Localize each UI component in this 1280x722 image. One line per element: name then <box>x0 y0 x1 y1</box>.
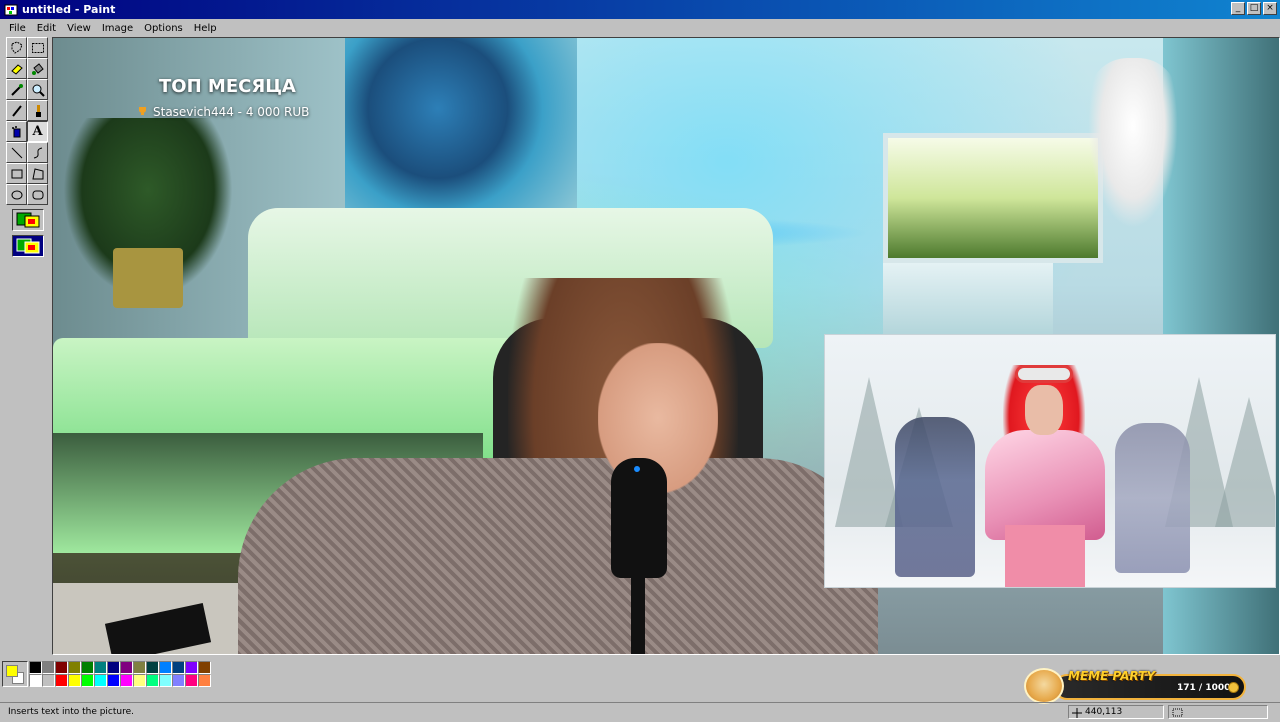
top-month-title: ТОП МЕСЯЦА <box>159 76 296 97</box>
color-swatch[interactable] <box>55 674 68 687</box>
color-swatch[interactable] <box>146 661 159 674</box>
magnifier-icon[interactable] <box>27 79 48 100</box>
color-swatch[interactable] <box>133 661 146 674</box>
transparent-background-option[interactable] <box>12 235 44 257</box>
airbrush-icon[interactable] <box>6 121 27 142</box>
music-video-overlay <box>824 334 1276 588</box>
color-swatch[interactable] <box>42 674 55 687</box>
color-swatch[interactable] <box>29 674 42 687</box>
singer-pants <box>1005 525 1085 587</box>
foreground-color-swatch <box>6 665 18 677</box>
menu-bar: File Edit View Image Options Help <box>0 19 1280 37</box>
color-swatch[interactable] <box>81 661 94 674</box>
top-donor-entry: Stasevich444 - 4 000 RUB <box>137 105 309 119</box>
color-swatch[interactable] <box>120 661 133 674</box>
fill-icon[interactable] <box>27 58 48 79</box>
microphone <box>611 458 667 578</box>
paint-window: untitled - Paint _ □ × File Edit View Im… <box>0 0 1280 720</box>
coords-value: 440,113 <box>1085 707 1123 717</box>
color-swatch[interactable] <box>198 674 211 687</box>
window-title: untitled - Paint <box>22 3 116 16</box>
palette-swatches <box>29 661 211 687</box>
color-swatch[interactable] <box>133 674 146 687</box>
ellipse-icon[interactable] <box>6 184 27 205</box>
color-swatch[interactable] <box>107 661 120 674</box>
rounded-rectangle-icon[interactable] <box>27 184 48 205</box>
doge-icon <box>1024 668 1064 704</box>
maximize-button[interactable]: □ <box>1247 2 1261 15</box>
selection-size-icon <box>1172 707 1184 721</box>
trophy-icon <box>137 105 148 119</box>
singer-face <box>1025 385 1063 435</box>
text-icon[interactable]: A <box>27 121 48 142</box>
wall-painting <box>345 38 577 218</box>
menu-options[interactable]: Options <box>139 23 189 34</box>
opaque-background-option[interactable] <box>12 209 44 231</box>
free-form-select-icon[interactable] <box>6 37 27 58</box>
rectangle-icon[interactable] <box>6 163 27 184</box>
color-swatch[interactable] <box>81 674 94 687</box>
desk-lamp <box>1088 58 1178 228</box>
color-swatch[interactable] <box>159 661 172 674</box>
line-icon[interactable] <box>6 142 27 163</box>
drawing-canvas[interactable]: ТОП МЕСЯЦА Stasevich444 - 4 000 RUB <box>52 37 1280 655</box>
selection-size <box>1168 705 1268 719</box>
title-bar[interactable]: untitled - Paint _ □ × <box>0 0 1280 19</box>
coin-icon <box>1228 682 1239 693</box>
color-swatch[interactable] <box>185 661 198 674</box>
skier-right <box>1115 423 1190 573</box>
eraser-icon[interactable] <box>6 58 27 79</box>
color-swatch[interactable] <box>146 674 159 687</box>
color-swatch[interactable] <box>159 674 172 687</box>
brush-icon[interactable] <box>27 100 48 121</box>
curve-icon[interactable] <box>27 142 48 163</box>
toolbox: A <box>4 37 50 263</box>
color-swatch[interactable] <box>94 674 107 687</box>
cursor-coordinates: 440,113 <box>1068 705 1164 719</box>
color-swatch[interactable] <box>107 674 120 687</box>
color-swatch[interactable] <box>42 661 55 674</box>
menu-image[interactable]: Image <box>97 23 139 34</box>
current-colors[interactable] <box>2 661 28 687</box>
text-tool-glyph: A <box>32 124 43 139</box>
polygon-icon[interactable] <box>27 163 48 184</box>
meme-party-title: MEME PARTY <box>1068 669 1156 683</box>
status-bar: Inserts text into the picture. 440,113 <box>0 702 1280 720</box>
menu-file[interactable]: File <box>4 23 32 34</box>
color-swatch[interactable] <box>185 674 198 687</box>
plant-pot <box>113 248 183 308</box>
minimize-button[interactable]: _ <box>1231 2 1245 15</box>
color-swatch[interactable] <box>172 661 185 674</box>
top-donor-text: Stasevich444 - 4 000 RUB <box>153 105 310 119</box>
status-help-text: Inserts text into the picture. <box>8 706 135 717</box>
menu-edit[interactable]: Edit <box>32 23 62 34</box>
color-swatch[interactable] <box>198 661 211 674</box>
pencil-icon[interactable] <box>6 100 27 121</box>
color-swatch[interactable] <box>55 661 68 674</box>
color-swatch[interactable] <box>120 674 133 687</box>
color-palette <box>2 661 211 691</box>
color-swatch[interactable] <box>68 674 81 687</box>
snow-tree <box>1215 397 1275 527</box>
microphone-stand <box>631 578 645 654</box>
menu-view[interactable]: View <box>62 23 97 34</box>
pick-color-icon[interactable] <box>6 79 27 100</box>
color-swatch[interactable] <box>68 661 81 674</box>
streamer-sweater <box>238 458 878 654</box>
microphone-led <box>634 466 640 472</box>
menu-help[interactable]: Help <box>189 23 223 34</box>
singer-jacket <box>985 430 1105 540</box>
close-button[interactable]: × <box>1263 2 1277 15</box>
skier-left <box>895 417 975 577</box>
paint-app-icon <box>4 3 18 17</box>
color-swatch[interactable] <box>172 674 185 687</box>
color-swatch[interactable] <box>94 661 107 674</box>
singer-goggles <box>1015 365 1073 383</box>
meme-party-count: 171 / 1000 <box>1177 683 1231 693</box>
aquarium <box>883 133 1103 263</box>
select-icon[interactable] <box>27 37 48 58</box>
meme-party-widget: MEME PARTY 171 / 1000 <box>1022 666 1248 706</box>
color-swatch[interactable] <box>29 661 42 674</box>
